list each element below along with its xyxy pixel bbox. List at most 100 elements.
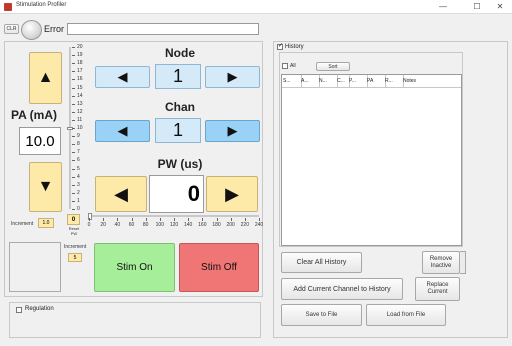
pa-scale-tick-label: 13 [77,100,83,107]
history-toggle[interactable]: ✓ History [277,43,304,50]
pa-scale-tick [72,200,75,202]
clear-all-history-button[interactable]: Clear All History [281,252,362,273]
pw-slider-tick [174,218,175,221]
pa-scale-tick [72,136,75,138]
node-prev-button[interactable]: ◀ [95,66,150,88]
pw-slider-tick [159,218,161,221]
history-column-header[interactable]: PA [366,75,386,88]
pa-scale-tick [72,152,75,154]
history-column-header[interactable]: S... [282,75,302,88]
pw-increase-button[interactable]: ▶ [206,176,258,212]
history-column-header[interactable]: Notes [402,75,463,88]
history-all-toggle[interactable]: All [282,63,296,69]
pw-slider-tick-label: 180 [212,222,221,228]
history-table[interactable]: S... A... N... C... P... PA R... Notes [281,74,463,246]
history-label: History [285,44,304,50]
reset-pw-label: Reset PW [64,226,84,236]
pa-increment-field[interactable]: 1.0 [38,218,54,228]
pw-slider-tick-label: 100 [155,222,164,228]
pa-scale-tick [72,128,75,129]
pw-slider-tick-label: 220 [240,222,249,228]
add-current-channel-button[interactable]: Add Current Channel to History [281,278,403,300]
pw-label: PW (us) [157,157,203,171]
pw-slider-tick [244,218,246,221]
pa-scale-tick-label: 2 [77,189,80,196]
pw-slider-tick-label: 200 [226,222,235,228]
window-title: Stimulation Profiler [16,2,67,8]
pa-scale-tick-label: 8 [77,141,80,148]
replace-current-line1: Replace [426,282,449,288]
save-to-file-button[interactable]: Save to File [281,304,362,326]
pw-decrease-button[interactable]: ◀ [95,176,147,212]
history-all-label: All [290,63,296,69]
error-indicator-lamp [21,20,42,40]
pa-scale-tick-label: 19 [77,52,83,59]
minimize-button[interactable]: — [432,1,454,12]
pa-scale-tick-label: 18 [77,60,83,67]
history-column-header[interactable]: R... [384,75,404,88]
pa-scale-tick-label: 9 [77,133,80,140]
pa-scale-tick [72,184,75,186]
history-column-header[interactable]: P... [348,75,368,88]
pa-scale-tick-label: 15 [77,84,83,91]
pa-scale-tick-label: 0 [77,206,80,212]
pw-slider-tick-label: 80 [142,222,149,228]
replace-current-button[interactable]: Replace Current [415,277,460,301]
node-value: 1 [155,64,201,89]
pw-value-field[interactable]: 0 [149,175,204,213]
maximize-button[interactable]: ☐ [466,1,488,12]
preview-box [9,242,61,292]
pa-scale-tick [72,55,75,57]
history-column-header[interactable]: A... [300,75,320,88]
chan-prev-button[interactable]: ◀ [95,120,150,142]
clr-button[interactable]: CLR [4,24,19,34]
pw-slider-tick-label: 240 [254,222,264,228]
pw-slider-tick [117,218,119,221]
history-column-header[interactable]: N... [318,75,338,88]
pa-label: PA (mA) [11,108,57,122]
pa-scale-tick-label: 5 [77,165,80,172]
node-next-button[interactable]: ▶ [205,66,260,88]
stim-off-button[interactable]: Stim Off [179,243,259,292]
regulation-checkbox[interactable] [16,307,22,313]
pa-down-button[interactable]: ▼ [29,162,62,212]
pa-scale-tick [72,95,75,97]
close-button[interactable]: ✕ [489,1,511,12]
history-checkbox[interactable]: ✓ [277,43,283,50]
pa-scale-tick-label: 1 [77,197,80,204]
pa-scale-tick [72,144,75,146]
pa-up-button[interactable]: ▲ [29,52,62,104]
pw-slider-tick-label: 0 [87,222,91,228]
history-sort-button[interactable]: Sort [316,62,350,71]
pa-scale-tick [72,111,75,113]
chan-label: Chan [165,100,195,114]
stim-on-button[interactable]: Stim On [94,243,175,292]
chan-next-button[interactable]: ▶ [205,120,260,142]
pa-scale-tick [72,160,75,162]
pa-scale-tick-label: 4 [77,173,80,180]
pa-scale-tick-label: 12 [77,108,83,115]
reset-pw-label-line2: PW [70,231,78,236]
remove-inactive-button[interactable]: Remove Inactive [422,251,460,274]
pw-slider-tick-label: 40 [114,222,121,228]
pa-scale-tick-label: 6 [77,157,80,164]
reset-pw-button[interactable]: 0 [67,214,80,225]
pa-scale-tick-label: 11 [77,116,83,123]
pw-slider-tick [103,218,105,221]
pw-slider[interactable]: 0 20 40 60 80 100 120 140 160 180 200 220 240 [86,212,264,234]
error-text-field[interactable] [67,23,259,35]
pw-slider-tick-label: 20 [100,222,106,228]
pa-scale-tick [72,209,75,210]
pa-scale-tick [72,63,75,65]
pw-increment-label: Increment [64,244,87,250]
pw-slider-tick-label: 160 [198,222,207,228]
window-titlebar: Stimulation Profiler — ☐ ✕ [0,0,512,14]
pa-scale-tick [72,176,75,178]
history-all-checkbox[interactable] [282,63,288,69]
pa-value-field[interactable]: 10.0 [19,127,61,155]
load-from-file-button[interactable]: Load from File [366,304,446,326]
pa-scale: 20 19 18 17 16 15 14 13 12 11 10 9 8 7 6 5 4 3 2 1 0 [66,44,92,212]
error-label: Error [44,24,64,34]
history-table-header: S... A... N... C... P... PA R... Notes [282,75,463,88]
pw-increment-field[interactable]: 5 [68,253,82,262]
